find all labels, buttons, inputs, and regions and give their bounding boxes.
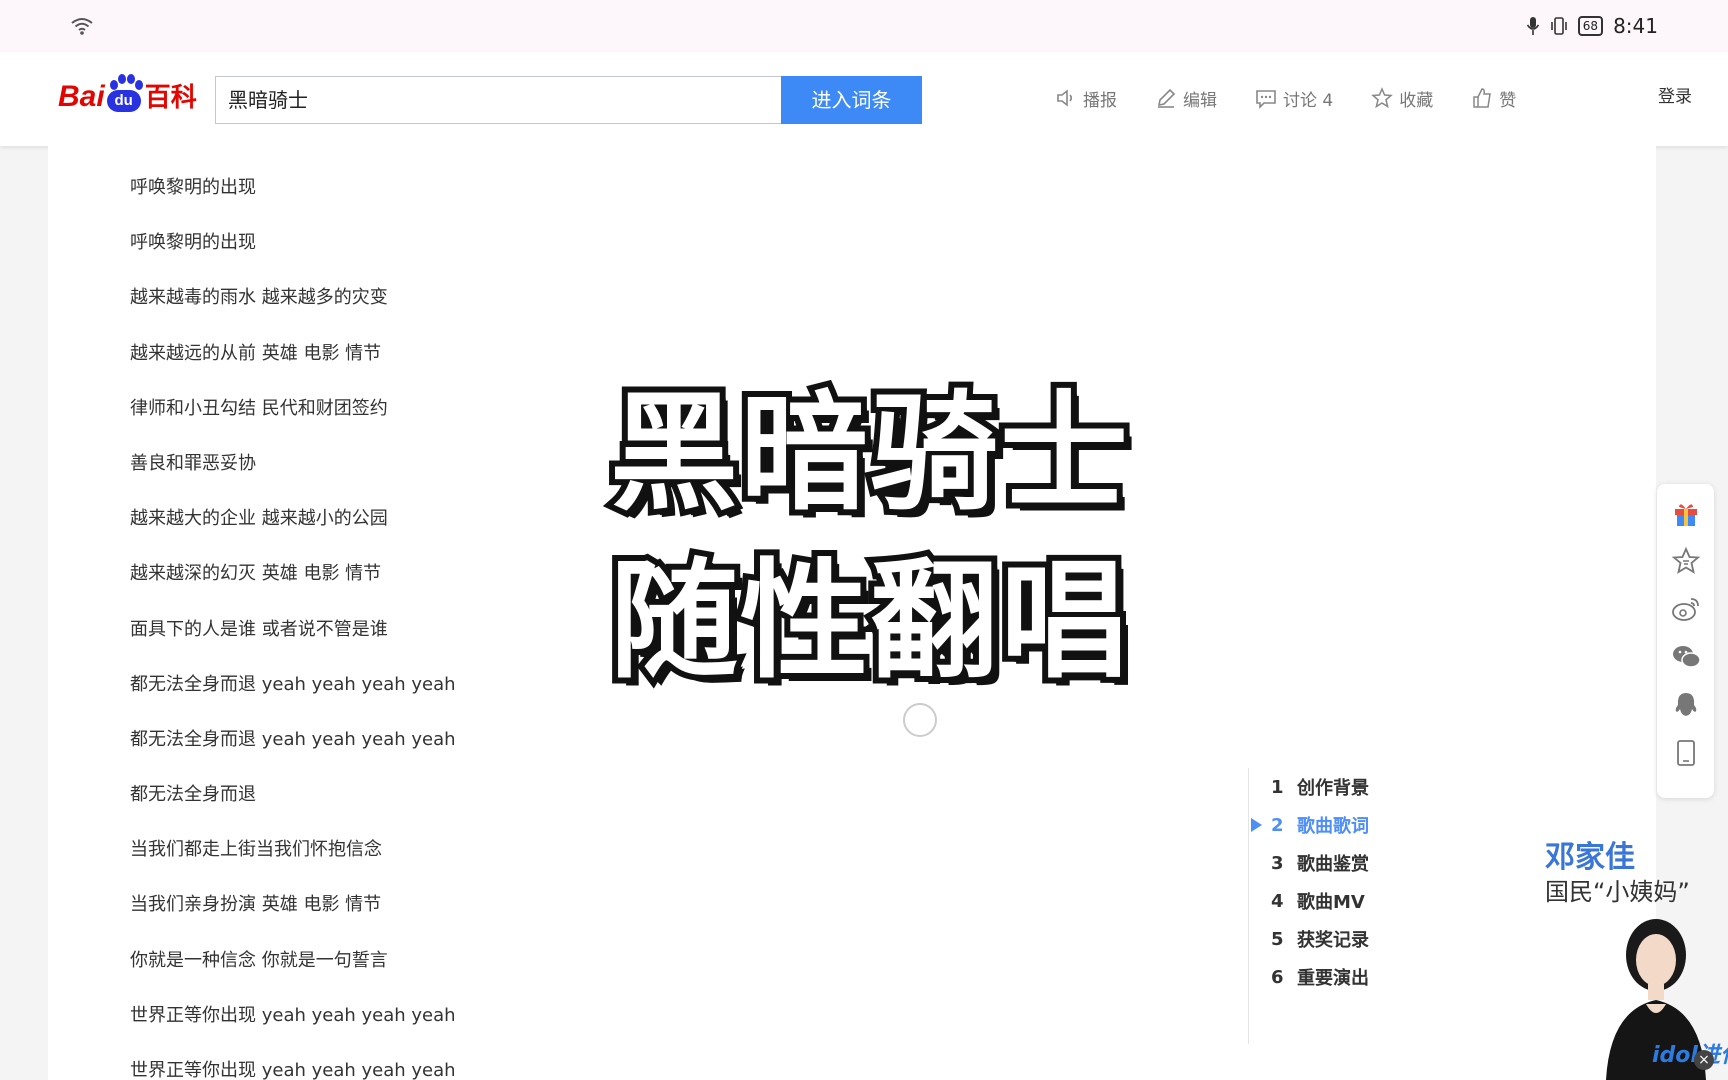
toc-label: 歌曲歌词 <box>1297 816 1369 837</box>
header: Bai du 百科 黑暗骑士 进入词条 播报 编辑 讨论 4 收藏 赞 登录 <box>0 52 1728 146</box>
wifi-icon <box>71 18 93 35</box>
toc-label: 创作背景 <box>1297 778 1369 799</box>
toc-item-lyrics[interactable]: 2 歌曲歌词 <box>1249 806 1448 844</box>
toc-item-awards[interactable]: 5 获奖记录 <box>1249 920 1448 958</box>
edit-button[interactable]: 编辑 <box>1155 80 1217 116</box>
lyric-line: 你就是一种信念 你就是一句誓言 <box>130 949 388 971</box>
logo-baike-text: 百科 <box>144 83 197 113</box>
paw-icon: du <box>106 74 143 114</box>
toolbar: 播报 编辑 讨论 4 收藏 赞 <box>1055 80 1516 116</box>
toc-item-performances[interactable]: 6 重要演出 <box>1249 958 1448 996</box>
star-badge-button[interactable] <box>1671 546 1701 576</box>
broadcast-label: 播报 <box>1083 90 1117 111</box>
thumbs-up-icon <box>1473 88 1492 108</box>
ad-badge-text: idol进化论 <box>1652 1043 1728 1068</box>
toc-number: 6 <box>1271 966 1284 988</box>
qq-share-button[interactable] <box>1671 690 1701 720</box>
comment-icon <box>1256 90 1276 109</box>
table-of-contents: 1 创作背景 2 歌曲歌词 3 歌曲鉴赏 4 歌曲MV 5 获奖记录 6 重要演… <box>1248 768 1448 1044</box>
toc-item-appreciation[interactable]: 3 歌曲鉴赏 <box>1249 844 1448 882</box>
discuss-label: 讨论 4 <box>1283 90 1334 111</box>
baidu-baike-logo[interactable]: Bai du 百科 <box>58 70 197 114</box>
weibo-icon <box>1672 598 1699 621</box>
toc-number: 4 <box>1271 890 1284 912</box>
toc-number: 1 <box>1271 776 1284 798</box>
share-rail <box>1657 484 1714 798</box>
toc-number: 2 <box>1271 814 1284 836</box>
gift-icon <box>1675 504 1697 526</box>
vibrate-icon <box>1550 17 1567 35</box>
search-input[interactable]: 黑暗骑士 <box>215 76 781 124</box>
lyric-line: 世界正等你出现 yeah yeah yeah yeah <box>130 1060 456 1080</box>
logo-du-text: du <box>106 90 141 112</box>
like-label: 赞 <box>1499 90 1517 111</box>
active-arrow-icon <box>1251 818 1262 832</box>
logo-bai-text: Bai <box>58 80 105 113</box>
star-icon <box>1371 87 1394 109</box>
discuss-button[interactable]: 讨论 4 <box>1255 80 1333 116</box>
login-link[interactable]: 登录 <box>1658 82 1692 107</box>
wechat-share-button[interactable] <box>1671 642 1701 672</box>
toc-label: 歌曲MV <box>1297 892 1365 913</box>
lyric-line: 呼唤黎明的出现 <box>130 177 256 198</box>
lyric-line: 都无法全身而退 yeah yeah yeah yeah <box>130 728 456 750</box>
microphone-icon <box>1526 17 1539 35</box>
lyric-line: 越来越毒的雨水 越来越多的灾变 <box>130 287 388 309</box>
toc-number: 5 <box>1271 928 1284 950</box>
star-badge-icon <box>1671 546 1701 574</box>
paw-toe <box>109 80 118 90</box>
pencil-icon <box>1157 88 1176 108</box>
ad-close-button[interactable]: × <box>1694 1050 1714 1070</box>
lyric-line: 呼唤黎明的出现 <box>130 232 256 254</box>
battery-indicator: 68 <box>1577 16 1604 36</box>
paw-toe <box>117 74 126 84</box>
toc-label: 获奖记录 <box>1297 930 1369 951</box>
enter-entry-button[interactable]: 进入词条 <box>781 76 922 124</box>
favorite-button[interactable]: 收藏 <box>1371 80 1433 116</box>
status-right: 68 8:41 <box>1526 14 1658 38</box>
wechat-icon <box>1673 646 1701 668</box>
lyric-line: 越来越大的企业 越来越小的公园 <box>130 508 388 530</box>
tablet-icon <box>1677 740 1695 766</box>
speaker-icon <box>1057 89 1073 107</box>
weibo-share-button[interactable] <box>1671 594 1701 624</box>
lyric-line: 当我们都走上街当我们怀抱信念 <box>130 839 382 861</box>
gift-button[interactable] <box>1671 498 1701 528</box>
overlay-title-line-1: 黑暗骑士 <box>604 373 1134 534</box>
lyric-line: 面具下的人是谁 或者说不管是谁 <box>130 618 388 640</box>
ad-celebrity-name[interactable]: 邓家佳 <box>1545 832 1635 876</box>
loading-spinner-icon <box>903 703 937 737</box>
toc-number: 3 <box>1271 852 1284 874</box>
lyric-line: 越来越深的幻灭 英雄 电影 情节 <box>130 563 382 585</box>
toc-label: 重要演出 <box>1297 968 1369 989</box>
lyric-line: 都无法全身而退 <box>130 784 256 806</box>
status-bar: 68 8:41 <box>0 0 1728 52</box>
lyric-line: 越来越远的从前 英雄 电影 情节 <box>130 342 382 364</box>
broadcast-button[interactable]: 播报 <box>1055 80 1117 116</box>
lyric-line: 都无法全身而退 yeah yeah yeah yeah <box>130 673 456 695</box>
qq-icon <box>1675 693 1697 716</box>
toc-label: 歌曲鉴赏 <box>1297 854 1369 875</box>
tablet-button[interactable] <box>1671 738 1701 768</box>
toc-item-creation-background[interactable]: 1 创作背景 <box>1249 768 1448 806</box>
lyrics-list: 呼唤黎明的出现 呼唤黎明的出现 越来越毒的雨水 越来越多的灾变 越来越远的从前 … <box>130 160 456 1080</box>
paw-toe <box>126 74 135 84</box>
favorite-label: 收藏 <box>1399 90 1434 111</box>
clock: 8:41 <box>1613 14 1658 38</box>
paw-toe <box>134 80 143 90</box>
lyric-line: 世界正等你出现 yeah yeah yeah yeah <box>130 1004 456 1026</box>
like-button[interactable]: 赞 <box>1471 80 1516 116</box>
overlay-title-line-2: 随性翻唱 <box>604 541 1134 702</box>
video-title-overlay: 黑暗骑士 随性翻唱 <box>560 370 1180 706</box>
edit-label: 编辑 <box>1183 90 1217 111</box>
lyric-line: 律师和小丑勾结 民代和财团签约 <box>130 397 388 419</box>
lyric-line: 善良和罪恶妥协 <box>130 452 256 474</box>
toc-item-mv[interactable]: 4 歌曲MV <box>1249 882 1448 920</box>
lyric-line: 当我们亲身扮演 英雄 电影 情节 <box>130 894 382 916</box>
